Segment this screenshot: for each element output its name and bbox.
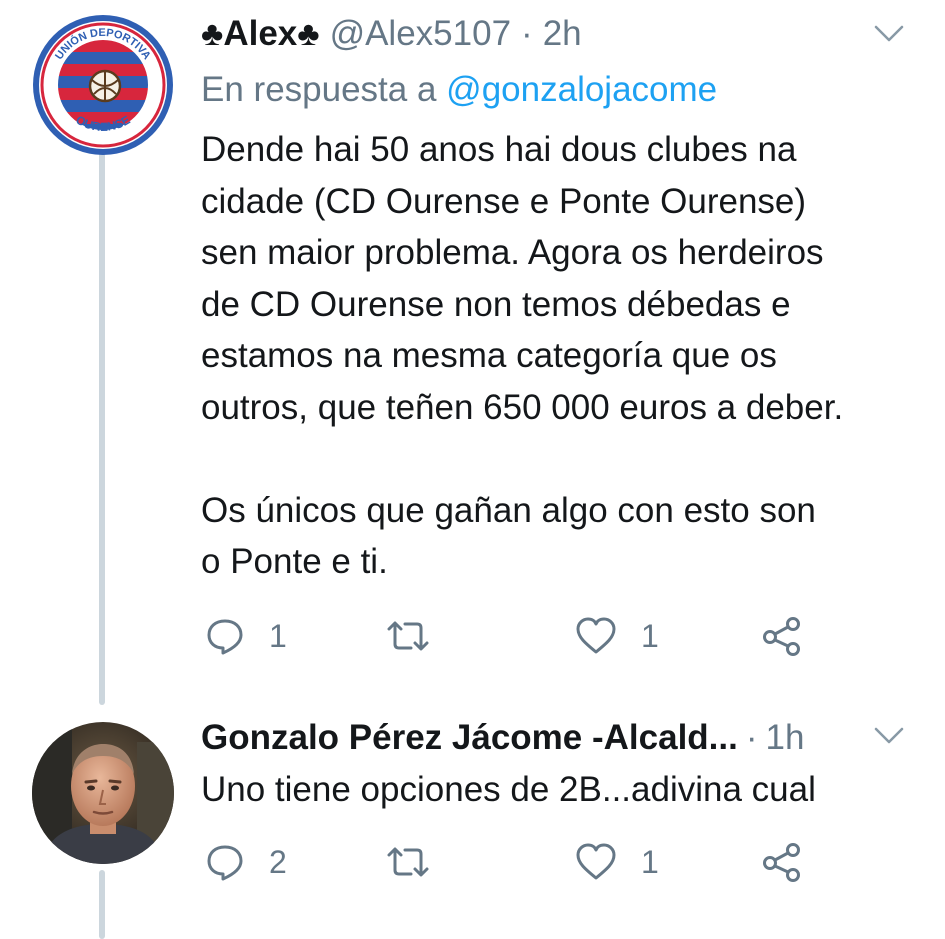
club-suit-icon: ♣ — [201, 15, 224, 53]
reply-context: En respuesta a @gonzalojacome — [201, 70, 717, 110]
display-name-text: Alex — [223, 14, 298, 53]
tweet-text: Dende hai 50 anos hai dous clubes na cid… — [201, 130, 844, 581]
like-button[interactable]: 1 — [575, 840, 659, 884]
avatar[interactable]: UNIÓN DEPORTIVA OURENSE — [32, 14, 174, 156]
thread-connector-line — [99, 870, 105, 939]
reply-icon — [207, 845, 243, 881]
person-photo-avatar — [32, 722, 174, 864]
like-icon — [576, 843, 616, 880]
user-handle[interactable]: @Alex5107 — [330, 14, 511, 54]
share-icon — [763, 617, 800, 656]
separator-dot: · — [521, 14, 533, 53]
like-button[interactable]: 1 — [575, 614, 659, 658]
like-count: 1 — [641, 843, 659, 880]
separator-dot: · — [745, 718, 758, 757]
share-button[interactable] — [761, 614, 803, 658]
tweet-header: Gonzalo Pérez Jácome -Alcald... · 1h — [201, 718, 925, 758]
chevron-down-icon[interactable] — [873, 720, 905, 752]
timestamp[interactable]: 1h — [766, 718, 805, 758]
display-name[interactable]: Gonzalo Pérez Jácome -Alcald... — [201, 718, 738, 758]
retweet-icon — [387, 621, 429, 651]
retweet-icon — [387, 847, 429, 877]
reply-prefix: En respuesta a — [201, 70, 437, 109]
reply-button[interactable]: 1 — [205, 614, 287, 658]
reply-mention-link[interactable]: @gonzalojacome — [446, 70, 717, 109]
like-icon — [576, 617, 616, 654]
tweet-actions: 1 1 — [201, 614, 821, 658]
retweet-button[interactable] — [385, 614, 431, 658]
reply-count: 1 — [269, 617, 287, 654]
reply-icon — [207, 619, 243, 655]
avatar[interactable] — [32, 722, 174, 864]
share-icon — [763, 843, 800, 882]
thread-connector-line — [99, 150, 105, 705]
tweet-text: Uno tiene opciones de 2B...adivina cual — [201, 770, 816, 809]
like-count: 1 — [641, 617, 659, 654]
tweet-header: ♣ Alex ♣ @Alex5107 · 2h — [201, 14, 925, 54]
club-crest-avatar: UNIÓN DEPORTIVA OURENSE — [33, 15, 173, 155]
tweet-actions: 2 1 — [201, 840, 821, 884]
club-suit-icon: ♣ — [297, 15, 320, 53]
timestamp[interactable]: 2h — [543, 14, 582, 54]
retweet-button[interactable] — [385, 840, 431, 884]
reply-count: 2 — [269, 843, 287, 880]
chevron-down-icon[interactable] — [873, 18, 905, 50]
reply-button[interactable]: 2 — [205, 840, 287, 884]
share-button[interactable] — [761, 840, 803, 884]
display-name[interactable]: ♣ Alex ♣ — [201, 14, 320, 54]
